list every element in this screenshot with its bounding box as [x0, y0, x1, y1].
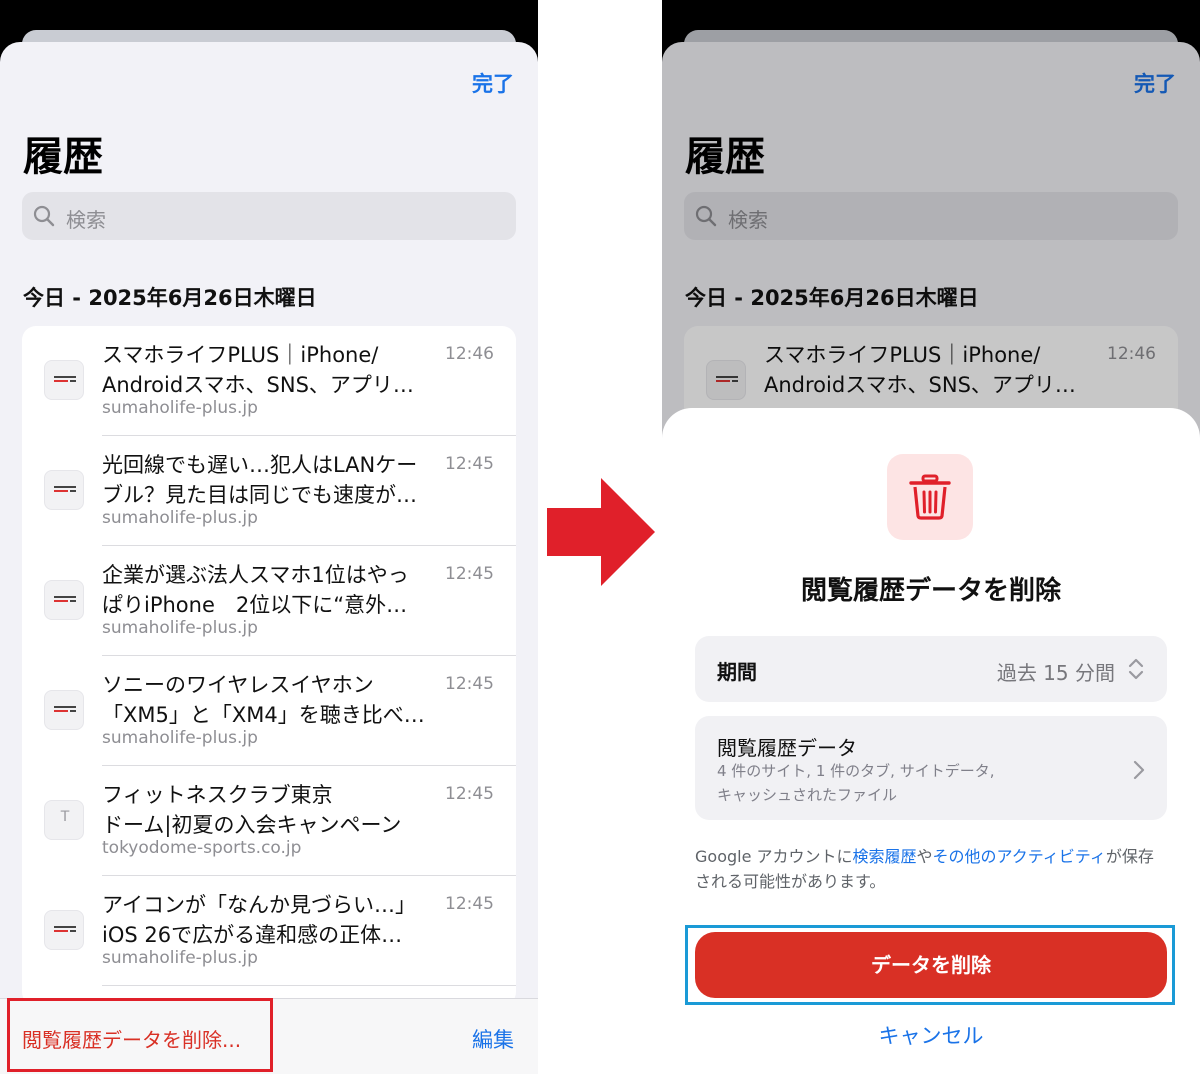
row-title-line2: ドーム|初夏の入会キャンペーン: [102, 813, 402, 837]
row-time: 12:45: [445, 894, 494, 914]
trash-icon: [909, 474, 951, 520]
row-time: 12:45: [445, 564, 494, 584]
row-title-line2: 「XM5」と「XM4」を聴き比べ…: [102, 703, 425, 727]
row-domain: sumaholife-plus.jp: [102, 948, 258, 968]
search-icon: [33, 205, 55, 227]
sumaholife-favicon: [44, 690, 84, 730]
page-title: 履歴: [23, 134, 103, 180]
time-range-label: 期間: [717, 660, 757, 684]
time-range-selector[interactable]: 期間 過去 15 分間: [695, 636, 1167, 702]
row-title-line1: 光回線でも遅い…犯人はLANケー: [102, 453, 418, 477]
history-screen: 完了 履歴 検索 今日 - 2025年6月26日木曜日 スマホライフPLUS｜i…: [0, 0, 538, 1074]
search-history-link[interactable]: 検索履歴: [853, 847, 917, 866]
history-list: スマホライフPLUS｜iPhone/Androidスマホ、SNS、アプリ… su…: [22, 326, 516, 1006]
sumaholife-favicon: [44, 360, 84, 400]
row-domain: sumaholife-plus.jp: [102, 728, 258, 748]
delete-data-button[interactable]: データを削除: [695, 932, 1167, 998]
sumaholife-favicon: [44, 580, 84, 620]
history-row[interactable]: 企業が選ぶ法人スマホ1位はやっ ぱりiPhone 2位以下に“意外… sumaho…: [22, 546, 516, 656]
row-title-line2: Androidスマホ、SNS、アプリ…: [102, 373, 414, 397]
browsing-data-summary-line1: 4 件のサイト, 1 件のタブ, サイトデータ,: [717, 762, 995, 780]
row-domain: tokyodome-sports.co.jp: [102, 838, 302, 858]
row-time: 12:45: [445, 674, 494, 694]
cancel-button[interactable]: キャンセル: [662, 1020, 1200, 1050]
row-title-line1: アイコンが「なんか見づらい…」: [102, 893, 416, 917]
trash-icon-tile: [887, 454, 973, 540]
chevron-up-down-icon: [1128, 658, 1144, 680]
row-title-line1: 企業が選ぶ法人スマホ1位はやっ: [102, 563, 409, 587]
row-title-line2: ブル？見た目は同じでも速度が…: [102, 483, 417, 507]
done-button[interactable]: 完了: [472, 68, 514, 98]
search-placeholder: 検索: [66, 208, 106, 232]
highlight-frame: [7, 998, 273, 1072]
browsing-data-summary-line2: キャッシュされたファイル: [717, 786, 898, 804]
browsing-data-option[interactable]: 閲覧履歴データ 4 件のサイト, 1 件のタブ, サイトデータ, キャッシュされ…: [695, 716, 1167, 820]
comparison-screenshot: 完了 履歴 検索 今日 - 2025年6月26日木曜日 スマホライフPLUS｜i…: [0, 0, 1200, 1074]
time-range-value: 過去 15 分間: [996, 661, 1115, 685]
row-title-line1: ソニーのワイヤレスイヤホン: [102, 673, 374, 697]
sumaholife-favicon: [44, 910, 84, 950]
row-domain: sumaholife-plus.jp: [102, 618, 258, 638]
row-time: 12:45: [445, 454, 494, 474]
history-row[interactable]: スマホライフPLUS｜iPhone/Androidスマホ、SNS、アプリ… su…: [22, 326, 516, 436]
row-title-line1: フィットネスクラブ東京: [102, 783, 333, 807]
dialog-title: 閲覧履歴データを削除: [800, 576, 1061, 606]
date-section-header: 今日 - 2025年6月26日木曜日: [23, 286, 317, 310]
browsing-data-label: 閲覧履歴データ: [717, 736, 857, 760]
row-time: 12:46: [445, 344, 494, 364]
history-row[interactable]: 光回線でも遅い…犯人はLANケー ブル？見た目は同じでも速度が… sumaholi…: [22, 436, 516, 546]
edit-button[interactable]: 編集: [472, 1024, 514, 1054]
letter-favicon: T: [44, 800, 84, 840]
sumaholife-favicon: [44, 470, 84, 510]
right-arrow-icon: [547, 478, 655, 586]
row-time: 12:45: [445, 784, 494, 804]
clear-data-screen: 完了 履歴 検索 今日 - 2025年6月26日木曜日 スマホライフPLUS｜i…: [662, 0, 1200, 1074]
row-title-line1: スマホライフPLUS｜iPhone/: [102, 343, 379, 367]
other-activity-link[interactable]: その他のアクティビティ: [933, 847, 1106, 866]
clear-data-dialog: 閲覧履歴データを削除 期間 過去 15 分間 閲覧履歴データ 4 件のサイト, …: [662, 408, 1200, 1074]
history-row[interactable]: T フィットネスクラブ東京ドーム|初夏の入会キャンペーン tokyodome-s…: [22, 766, 516, 876]
row-domain: sumaholife-plus.jp: [102, 398, 258, 418]
history-row[interactable]: ソニーのワイヤレスイヤホン「XM5」と「XM4」を聴き比べ… sumaholif…: [22, 656, 516, 766]
row-title-line2: iOS 26で広がる違和感の正体…: [102, 923, 403, 947]
row-title-line2: ぱりiPhone 2位以下に“意外…: [102, 593, 408, 617]
row-domain: sumaholife-plus.jp: [102, 508, 258, 528]
history-row[interactable]: アイコンが「なんか見づらい…」 iOS 26で広がる違和感の正体… sumahol…: [22, 876, 516, 986]
history-sheet: 完了 履歴 検索 今日 - 2025年6月26日木曜日 スマホライフPLUS｜i…: [0, 42, 538, 1074]
google-account-note: Google アカウントに検索履歴やその他のアクティビティが保存される可能性があ…: [695, 847, 1154, 891]
chevron-right-icon: [1133, 760, 1145, 780]
search-input[interactable]: 検索: [22, 192, 516, 240]
